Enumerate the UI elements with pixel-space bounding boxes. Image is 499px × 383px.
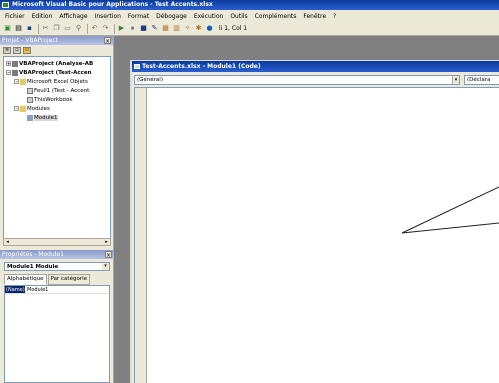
callout-arrow-line (401, 186, 499, 234)
callout-arrow (401, 186, 499, 234)
